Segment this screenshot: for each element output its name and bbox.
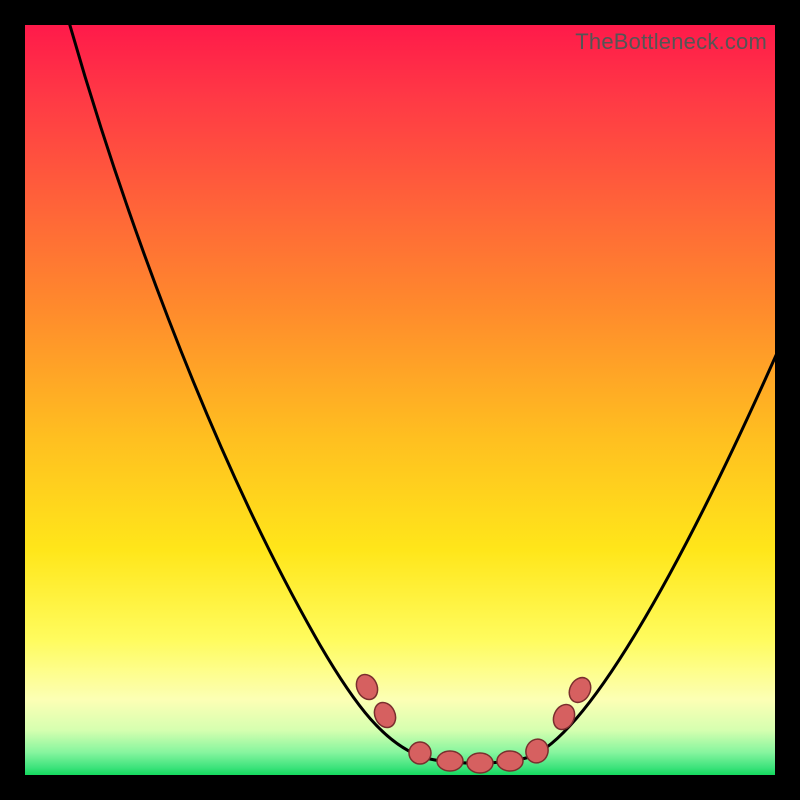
curve-marker	[549, 701, 578, 733]
curve-marker	[497, 751, 523, 771]
right-curve-segment	[530, 335, 775, 757]
bottleneck-curve	[25, 25, 775, 775]
curve-marker	[352, 671, 381, 703]
curve-marker	[370, 699, 399, 731]
curve-marker	[409, 742, 431, 764]
chart-plot-area: TheBottleneck.com	[25, 25, 775, 775]
curve-marker	[437, 751, 463, 771]
curve-marker	[523, 736, 552, 766]
left-curve-segment	[67, 25, 425, 758]
curve-marker	[467, 753, 493, 773]
